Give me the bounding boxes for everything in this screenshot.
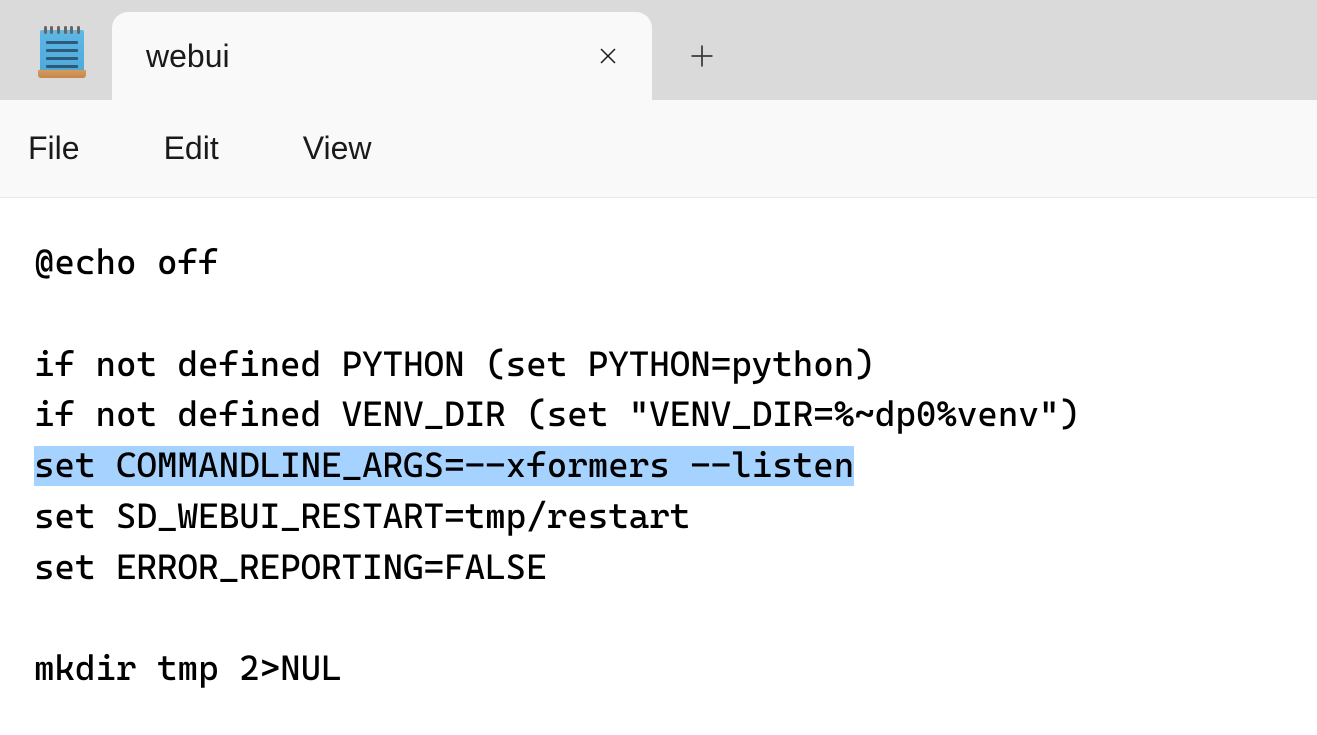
code-line bbox=[34, 289, 1283, 340]
app-icon-wrapper bbox=[12, 0, 112, 100]
code-line: set SD_WEBUI_RESTART=tmp/restart bbox=[34, 492, 1283, 543]
code-line: set ERROR_REPORTING=FALSE bbox=[34, 543, 1283, 594]
text-editor-area[interactable]: @echo off if not defined PYTHON (set PYT… bbox=[0, 198, 1317, 735]
tab-title: webui bbox=[146, 38, 586, 75]
active-tab[interactable]: webui bbox=[112, 12, 652, 100]
titlebar: webui bbox=[0, 0, 1317, 100]
menubar: File Edit View bbox=[0, 100, 1317, 198]
menu-edit[interactable]: Edit bbox=[164, 130, 219, 167]
menu-view[interactable]: View bbox=[303, 130, 372, 167]
selected-text: set COMMANDLINE_ARGS=--xformers --listen bbox=[34, 446, 854, 486]
plus-icon bbox=[688, 42, 716, 70]
notepad-app-icon bbox=[38, 26, 86, 74]
code-line: @echo off bbox=[34, 238, 1283, 289]
close-tab-button[interactable] bbox=[586, 34, 630, 78]
code-line bbox=[34, 593, 1283, 644]
code-line: mkdir tmp 2>NUL bbox=[34, 644, 1283, 695]
code-line: if not defined PYTHON (set PYTHON=python… bbox=[34, 340, 1283, 391]
menu-file[interactable]: File bbox=[28, 130, 80, 167]
code-line: if not defined VENV_DIR (set "VENV_DIR=%… bbox=[34, 390, 1283, 441]
code-line: set COMMANDLINE_ARGS=--xformers --listen bbox=[34, 441, 1283, 492]
close-icon bbox=[596, 44, 620, 68]
add-tab-button[interactable] bbox=[652, 12, 752, 100]
